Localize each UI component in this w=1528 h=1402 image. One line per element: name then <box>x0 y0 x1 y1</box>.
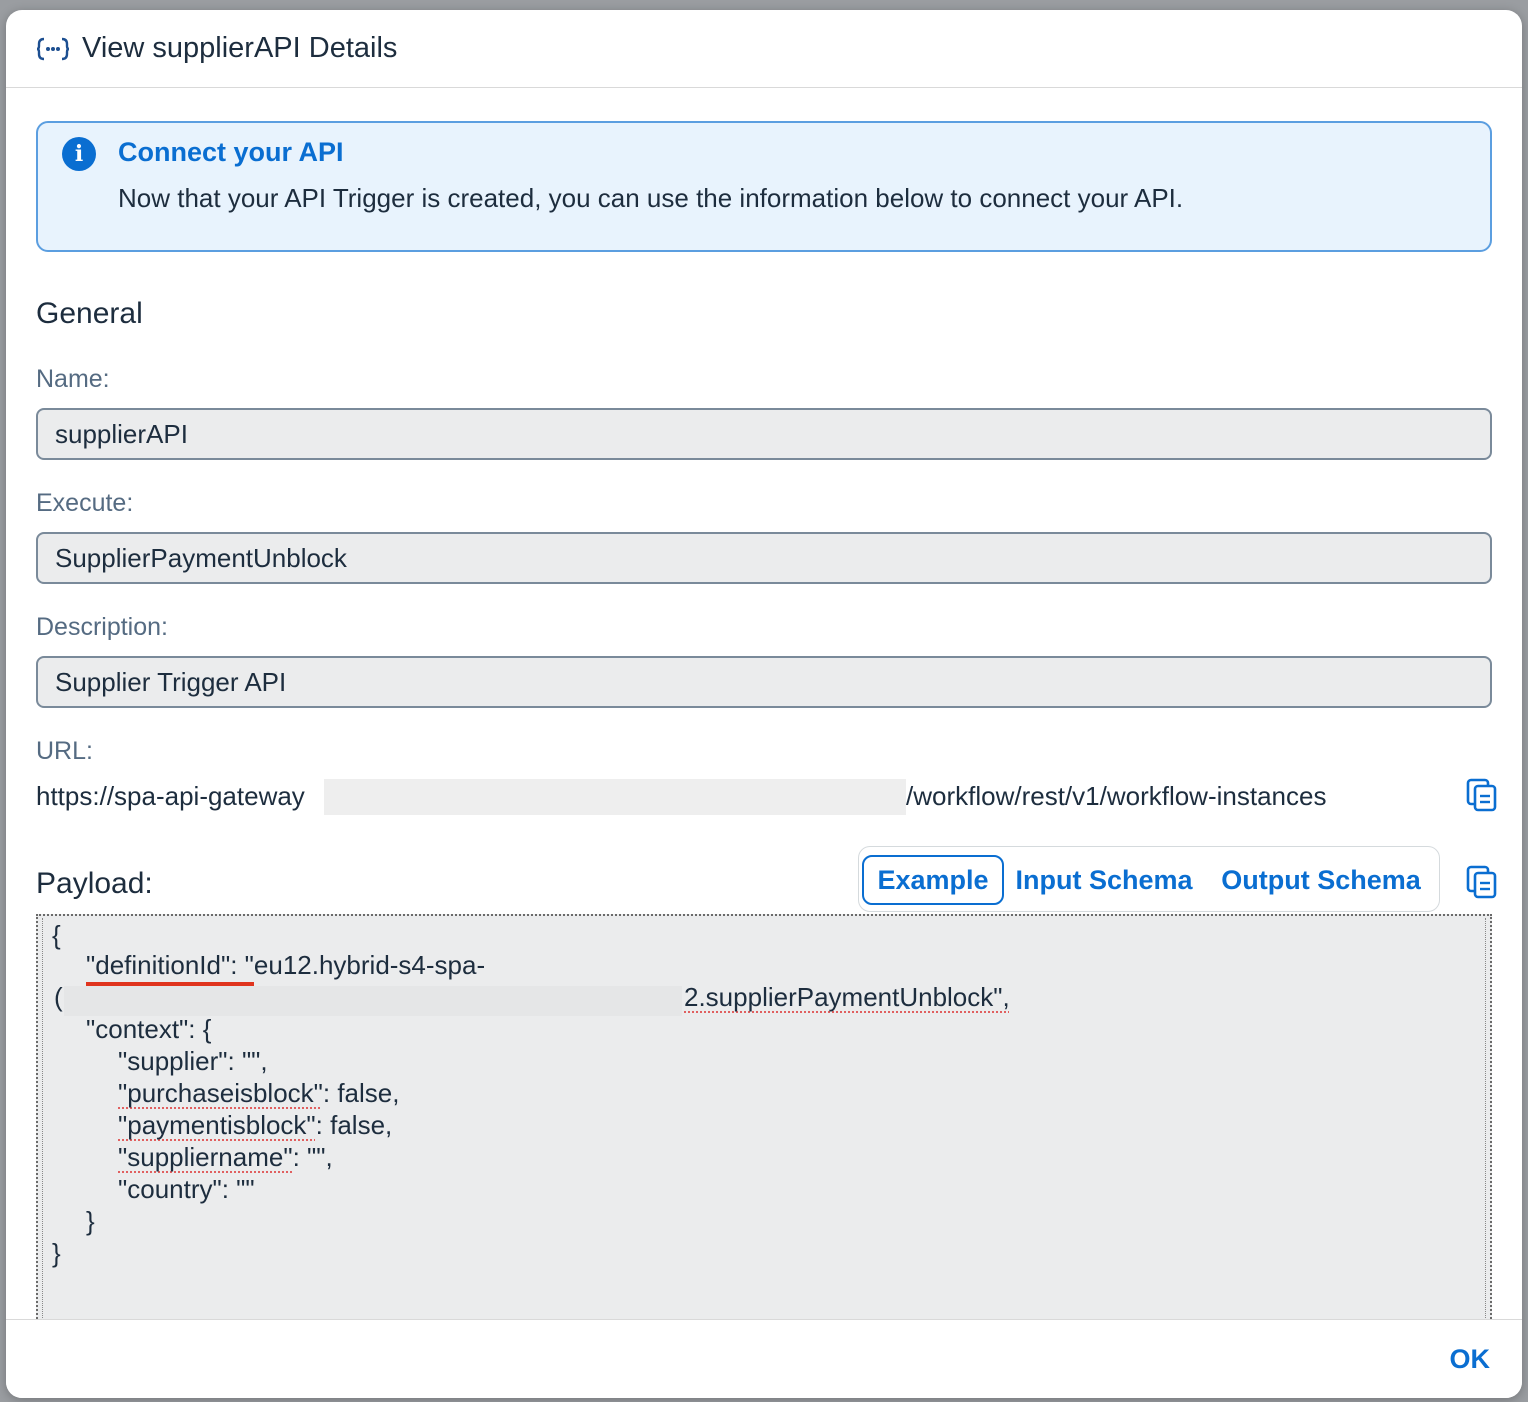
description-label: Description: <box>36 613 168 641</box>
dialog-content[interactable]: i Connect your API Now that your API Tri… <box>6 89 1522 1319</box>
code-key-definition: "definitionId" <box>86 950 231 980</box>
code-value: : false, <box>322 1078 400 1108</box>
info-title: Connect your API <box>118 137 344 167</box>
code-line: "context": { <box>86 1014 212 1044</box>
code-value: : false, <box>315 1110 393 1140</box>
section-title-general: General <box>36 297 143 330</box>
dialog-header: View supplierAPI Details <box>6 10 1522 88</box>
code-redacted-segment <box>64 986 682 1016</box>
copy-url-button[interactable] <box>1464 777 1500 813</box>
code-line: ( <box>54 982 63 1012</box>
ok-button[interactable]: OK <box>1450 1344 1491 1375</box>
code-line: } <box>52 1238 61 1268</box>
code-line: { <box>52 920 61 950</box>
code-line: "supplier": "", <box>118 1046 268 1076</box>
code-line: } <box>86 1206 95 1236</box>
code-line: "suppliername": "", <box>118 1142 333 1173</box>
url-suffix: /workflow/rest/v1/workflow-instances <box>906 781 1327 811</box>
info-text: Now that your API Trigger is created, yo… <box>118 183 1184 213</box>
tab-output-schema[interactable]: Output Schema <box>1221 855 1421 905</box>
tab-input-schema[interactable]: Input Schema <box>1015 855 1193 905</box>
code-value-definition: : "eu12.hybrid-s4-spa- <box>230 950 486 980</box>
code-key-purchaseisblock: "purchaseisblock" <box>118 1078 323 1108</box>
payload-label: Payload: <box>36 867 153 900</box>
name-field: supplierAPI <box>36 408 1492 460</box>
description-field: Supplier Trigger API <box>36 656 1492 708</box>
info-message-strip: i Connect your API Now that your API Tri… <box>36 121 1492 252</box>
code-line: "paymentisblock": false, <box>118 1110 392 1141</box>
code-line: "purchaseisblock": false, <box>118 1078 399 1109</box>
url-redacted-segment <box>324 779 906 815</box>
copy-icon <box>1466 778 1497 812</box>
dialog-footer: OK <box>6 1319 1522 1398</box>
code-value: : "", <box>292 1142 333 1172</box>
code-key-paymentisblock: "paymentisblock" <box>118 1110 316 1140</box>
url-label: URL: <box>36 737 93 765</box>
execute-label: Execute: <box>36 489 134 517</box>
code-line: 2.supplierPaymentUnblock", <box>684 982 1010 1012</box>
code-line: "country": "" <box>118 1174 255 1204</box>
api-trigger-icon <box>36 34 70 64</box>
info-icon: i <box>62 137 96 171</box>
payload-segmented-button: Example Input Schema Output Schema <box>858 846 1440 912</box>
dialog-title: View supplierAPI Details <box>82 32 398 64</box>
code-key-suppliername: "suppliername" <box>118 1142 293 1172</box>
copy-icon <box>1466 865 1497 899</box>
tab-example[interactable]: Example <box>862 855 1004 905</box>
payload-code-editor[interactable]: { "definitionId": "eu12.hybrid-s4-spa- (… <box>36 914 1492 1319</box>
name-label: Name: <box>36 365 110 393</box>
api-details-dialog: View supplierAPI Details i Connect your … <box>6 10 1522 1398</box>
execute-field: SupplierPaymentUnblock <box>36 532 1492 584</box>
url-value: https://spa-api-gateway /workflow/rest/v… <box>36 779 1456 815</box>
url-prefix: https://spa-api-gateway <box>36 781 305 811</box>
code-line: "definitionId": "eu12.hybrid-s4-spa- <box>86 950 485 981</box>
copy-payload-button[interactable] <box>1464 864 1500 900</box>
